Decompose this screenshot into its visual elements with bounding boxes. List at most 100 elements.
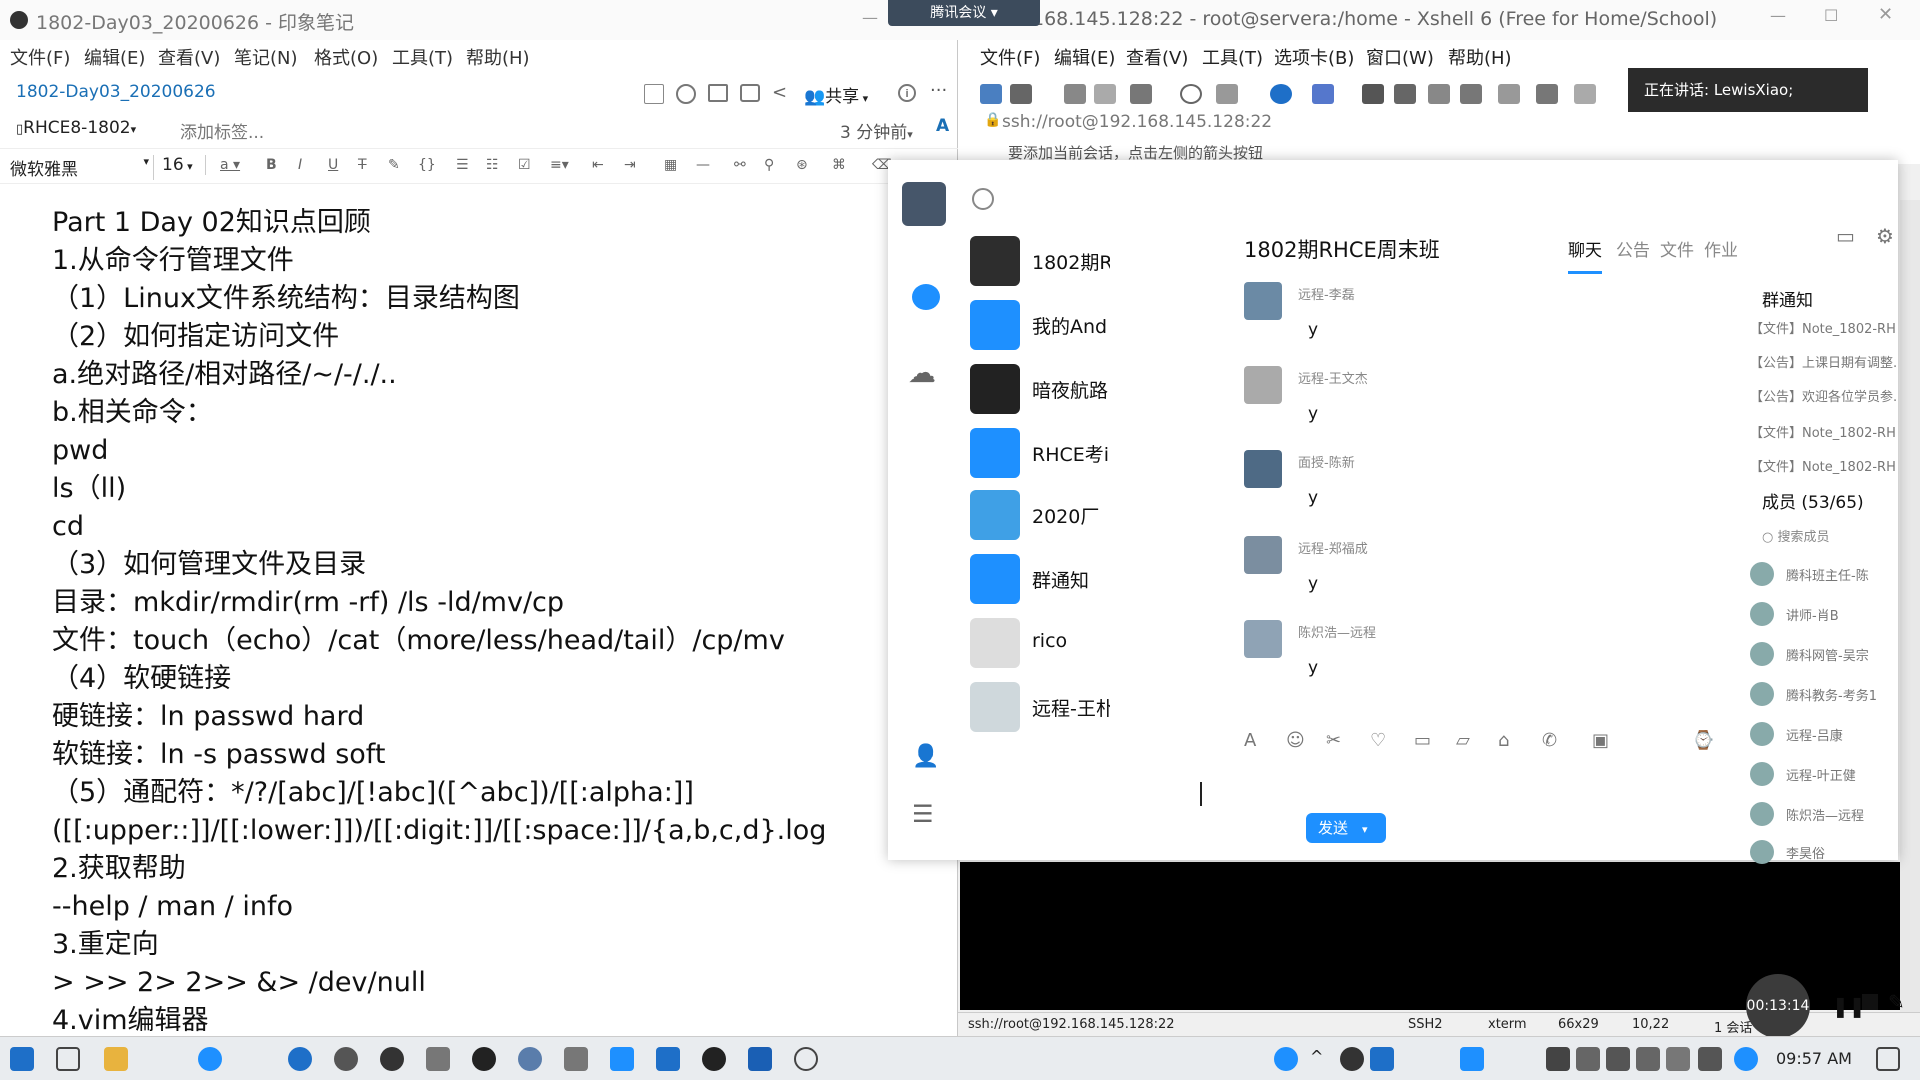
- checkbox-icon[interactable]: ☑: [518, 157, 531, 173]
- menu-edit[interactable]: 编辑(E): [84, 44, 145, 70]
- add-tag-input[interactable]: 添加标签...: [180, 118, 264, 143]
- history-icon[interactable]: ⌚: [1692, 730, 1714, 751]
- share-link-icon[interactable]: <: [772, 82, 787, 103]
- app-icon[interactable]: [702, 1047, 726, 1071]
- favorite-icon[interactable]: ♡: [1370, 730, 1392, 751]
- tray-expand-icon[interactable]: ^: [1310, 1047, 1334, 1071]
- member-item[interactable]: 讲师-肖B: [1750, 600, 1898, 628]
- tray-icon[interactable]: [1460, 1047, 1484, 1071]
- notice-item[interactable]: 【文件】Note_1802-RH...: [1750, 422, 1896, 441]
- message-input[interactable]: [1200, 770, 1740, 810]
- lock-icon[interactable]: [1460, 84, 1482, 104]
- encrypt-icon[interactable]: ⊛: [796, 157, 808, 173]
- cloud-icon[interactable]: ☁: [908, 356, 936, 389]
- minimize-icon[interactable]: —: [1770, 6, 1786, 25]
- conversation-item[interactable]: 2020厂: [970, 482, 1190, 552]
- menu-format[interactable]: 格式(O): [314, 44, 378, 70]
- sender-avatar[interactable]: [1244, 366, 1282, 404]
- tray-icon[interactable]: [1370, 1047, 1394, 1071]
- globe-icon[interactable]: [1270, 84, 1292, 104]
- image-icon[interactable]: ▭: [1414, 730, 1436, 751]
- send-button[interactable]: 发送 ▾: [1306, 813, 1386, 843]
- note-body[interactable]: Part 1 Day 02知识点回顾 1.从命令行管理文件 （1）Linux文件…: [52, 204, 942, 1040]
- fullscreen-icon[interactable]: [1428, 84, 1450, 104]
- task-view-icon[interactable]: [56, 1047, 80, 1071]
- member-item[interactable]: 陈炽浩—远程: [1750, 800, 1898, 828]
- print-icon[interactable]: [1216, 84, 1238, 104]
- tab-homework[interactable]: 作业: [1704, 236, 1738, 261]
- sender-avatar[interactable]: [1244, 536, 1282, 574]
- tab-chat[interactable]: 聊天: [1568, 236, 1602, 274]
- gift-icon[interactable]: ⌂: [1498, 730, 1520, 751]
- pause-icon[interactable]: ❚❚: [1832, 994, 1866, 1018]
- conversation-item[interactable]: 远程-王朴: [970, 674, 1190, 744]
- note-title[interactable]: 1802-Day03_20200626: [16, 82, 216, 102]
- indent-increase-icon[interactable]: ⇥: [624, 157, 636, 173]
- message-icon[interactable]: [912, 284, 940, 310]
- menu-help[interactable]: 帮助(H): [466, 44, 530, 70]
- app-icon[interactable]: [426, 1047, 450, 1071]
- chrome-icon[interactable]: [380, 1047, 404, 1071]
- member-item[interactable]: 腾科网管-吴宗: [1750, 640, 1898, 668]
- bold-icon[interactable]: B: [266, 157, 277, 173]
- transfer-icon[interactable]: [1362, 84, 1384, 104]
- contacts-icon[interactable]: 👤: [912, 744, 939, 769]
- indent-decrease-icon[interactable]: ⇤: [592, 157, 604, 173]
- notice-item[interactable]: 【公告】上课日期有调整...: [1750, 352, 1896, 371]
- xs-menu-help[interactable]: 帮助(H): [1448, 44, 1512, 70]
- qq-tray-icon[interactable]: [1734, 1047, 1758, 1071]
- notification-icon[interactable]: [1876, 1047, 1900, 1071]
- member-item[interactable]: 腾科教务-考务1: [1750, 680, 1898, 708]
- xs-menu-edit[interactable]: 编辑(E): [1054, 44, 1115, 70]
- numbered-list-icon[interactable]: ☷: [486, 157, 499, 173]
- settings-icon[interactable]: [794, 1047, 818, 1071]
- xs-menu-tools[interactable]: 工具(T): [1202, 44, 1263, 70]
- menu-tools[interactable]: 工具(T): [392, 44, 453, 70]
- address-bar[interactable]: 🔒 ssh://root@192.168.145.128:22: [958, 108, 1920, 140]
- xs-menu-view[interactable]: 查看(V): [1126, 44, 1188, 70]
- app-icon[interactable]: [656, 1047, 680, 1071]
- minimize-icon[interactable]: —: [862, 8, 878, 27]
- member-item[interactable]: 远程-叶正健: [1750, 760, 1898, 788]
- sender-avatar[interactable]: [1244, 450, 1282, 488]
- stop-icon[interactable]: [1862, 994, 1878, 1010]
- battery-icon[interactable]: [1606, 1047, 1630, 1071]
- font-color-icon[interactable]: a ▾: [220, 157, 240, 173]
- emoji-icon[interactable]: ☺: [1286, 730, 1308, 751]
- volume-icon[interactable]: [1666, 1047, 1690, 1071]
- xs-menu-window[interactable]: 窗口(W): [1366, 44, 1434, 70]
- pen-icon[interactable]: ✎: [1888, 990, 1905, 1014]
- pen-icon[interactable]: [1536, 84, 1558, 104]
- open-folder-icon[interactable]: [1010, 84, 1032, 104]
- font-family-select[interactable]: 微软雅黑 ▾: [10, 155, 154, 180]
- conversation-item[interactable]: 1802期R: [970, 228, 1190, 298]
- app-icon[interactable]: [564, 1047, 588, 1071]
- conversation-item[interactable]: 我的And: [970, 292, 1190, 362]
- script-icon[interactable]: [1394, 84, 1416, 104]
- align-icon[interactable]: ≡▾: [550, 157, 569, 173]
- tab-announcement[interactable]: 公告: [1616, 236, 1650, 261]
- app-icon[interactable]: [748, 1047, 772, 1071]
- screenshot-icon[interactable]: ✂: [1326, 730, 1348, 751]
- edge-icon[interactable]: [198, 1047, 222, 1071]
- keyboard-icon[interactable]: [1498, 84, 1520, 104]
- attachment-icon[interactable]: ⚲: [764, 157, 774, 173]
- app-icon[interactable]: [472, 1047, 496, 1071]
- close-icon[interactable]: ✕: [1878, 4, 1893, 25]
- shortcut-icon[interactable]: ⌘: [832, 157, 846, 173]
- phone-icon[interactable]: ✆: [1542, 730, 1564, 751]
- properties-icon[interactable]: [1130, 84, 1152, 104]
- tray-icon[interactable]: [1340, 1047, 1364, 1071]
- conversation-item[interactable]: 群通知: [970, 546, 1190, 616]
- info-icon[interactable]: i: [898, 84, 916, 102]
- image-icon[interactable]: [1574, 84, 1596, 104]
- tab-files[interactable]: 文件: [1660, 236, 1694, 261]
- reminder-icon[interactable]: [676, 84, 696, 104]
- menu-icon[interactable]: ☰: [912, 800, 934, 828]
- sender-avatar[interactable]: [1244, 620, 1282, 658]
- tray-icon[interactable]: [1576, 1047, 1600, 1071]
- bullet-list-icon[interactable]: ☰: [456, 157, 469, 173]
- browser-icon[interactable]: [288, 1047, 312, 1071]
- underline-icon[interactable]: U: [328, 157, 338, 173]
- highlight-icon[interactable]: ✎: [388, 157, 400, 173]
